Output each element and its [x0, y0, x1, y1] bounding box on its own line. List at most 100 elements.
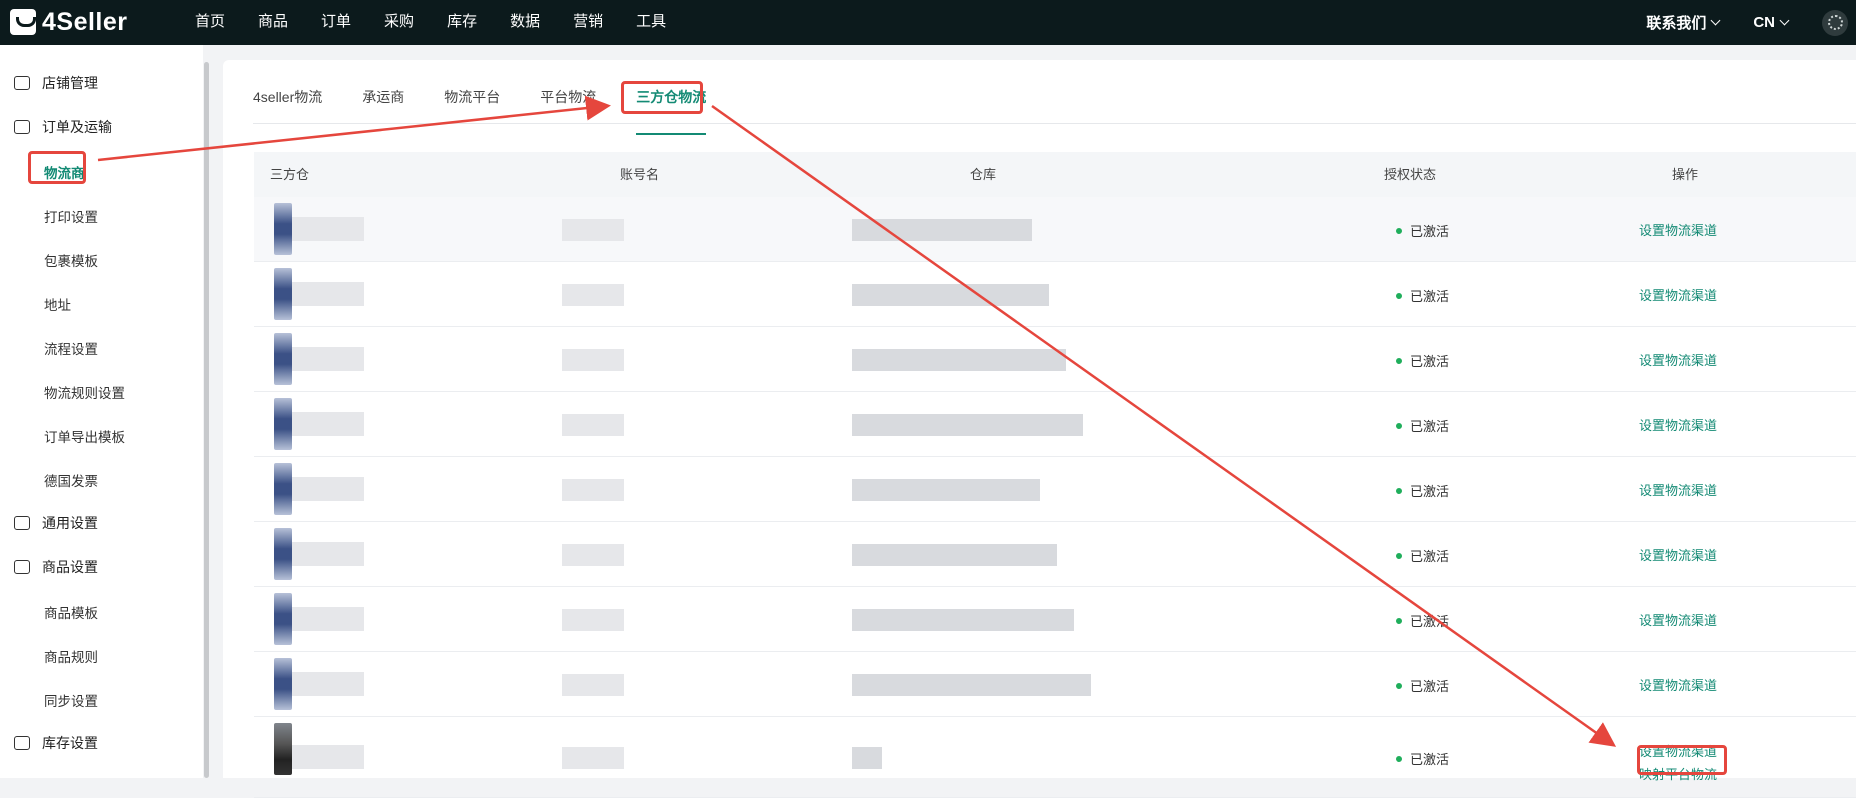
bag-logo-icon	[10, 9, 36, 35]
tab-carriers[interactable]: 承运商	[362, 79, 404, 123]
tab-3pl-warehouse-logistics[interactable]: 三方仓物流	[636, 79, 707, 135]
sidebar-group-label: 店铺管理	[42, 75, 98, 91]
auth-status: 已激活	[1396, 286, 1449, 305]
header-actions: 联系我们 CN	[1646, 0, 1856, 45]
nav-purchase[interactable]: 采购	[384, 0, 414, 45]
table-row: 已激活 设置物流渠道	[254, 652, 1856, 717]
sidebar-scrollbar[interactable]	[204, 62, 209, 778]
status-text: 已激活	[1410, 752, 1450, 767]
sidebar-item-german-invoice[interactable]: 德国发票	[44, 470, 98, 490]
contact-us-dropdown[interactable]: 联系我们	[1646, 12, 1721, 33]
warehouse-blurred	[852, 747, 882, 769]
chevron-down-icon	[1779, 15, 1790, 26]
sidebar-item-process-settings[interactable]: 流程设置	[44, 338, 98, 358]
table-row: 已激活 设置物流渠道	[254, 262, 1856, 327]
warehouse-blurred	[852, 284, 1049, 306]
warehouse-blurred	[852, 674, 1091, 696]
sidebar-group-label: 库存设置	[42, 735, 98, 751]
table-row: 已激活 设置物流渠道	[254, 197, 1856, 262]
map-platform-logistics-link[interactable]: 映射平台物流	[1639, 764, 1717, 783]
nav-products[interactable]: 商品	[258, 0, 288, 45]
warehouse-name-blurred	[292, 412, 364, 436]
store-icon	[14, 76, 30, 90]
sidebar-item-product-rules[interactable]: 商品规则	[44, 646, 98, 666]
warehouse-logo-blurred	[274, 593, 292, 645]
auth-status: 已激活	[1396, 546, 1449, 565]
nav-orders[interactable]: 订单	[321, 0, 351, 45]
set-logistics-channel-link[interactable]: 设置物流渠道	[1639, 610, 1717, 629]
set-logistics-channel-link[interactable]: 设置物流渠道	[1639, 220, 1717, 239]
warehouse-name-blurred	[292, 745, 364, 769]
tab-4seller-logistics[interactable]: 4seller物流	[253, 79, 322, 123]
sidebar-item-address[interactable]: 地址	[44, 294, 71, 314]
set-logistics-channel-link[interactable]: 设置物流渠道	[1639, 741, 1717, 760]
top-navigation-bar: 4Seller 首页 商品 订单 采购 库存 数据 营销 工具 联系我们 CN	[0, 0, 1856, 45]
warehouse-name-blurred	[292, 477, 364, 501]
sidebar-group-product-settings[interactable]: 商品设置	[0, 545, 203, 589]
tab-platform-logistics[interactable]: 平台物流	[540, 79, 596, 123]
table-header: 三方仓 账号名 仓库 授权状态 操作	[254, 152, 1856, 197]
account-name-blurred	[562, 544, 624, 566]
logo-text: 4Seller	[42, 7, 128, 36]
nav-tools[interactable]: 工具	[636, 0, 666, 45]
sidebar-group-store[interactable]: 店铺管理	[0, 61, 203, 105]
status-dot-icon	[1396, 682, 1402, 689]
status-dot-icon	[1396, 357, 1402, 364]
tab-logistics-platform[interactable]: 物流平台	[444, 79, 500, 123]
table-row: 已激活 设置物流渠道	[254, 522, 1856, 587]
sidebar-item-package-template[interactable]: 包裹模板	[44, 250, 98, 270]
warehouse-name-blurred	[292, 542, 364, 566]
sidebar-group-order-shipping[interactable]: 订单及运输	[0, 105, 203, 149]
nav-home[interactable]: 首页	[195, 0, 225, 45]
sidebar-item-product-template[interactable]: 商品模板	[44, 602, 98, 622]
warehouse-logo-blurred	[274, 203, 292, 255]
main-panel: 4seller物流 承运商 物流平台 平台物流 三方仓物流 三方仓 账号名 仓库…	[223, 60, 1856, 798]
set-logistics-channel-link[interactable]: 设置物流渠道	[1639, 285, 1717, 304]
set-logistics-channel-link[interactable]: 设置物流渠道	[1639, 350, 1717, 369]
sidebar-item-print-settings[interactable]: 打印设置	[44, 206, 98, 226]
sidebar-item-order-export-template[interactable]: 订单导出模板	[44, 426, 125, 446]
set-logistics-channel-link[interactable]: 设置物流渠道	[1639, 480, 1717, 499]
set-logistics-channel-link[interactable]: 设置物流渠道	[1639, 415, 1717, 434]
language-dropdown[interactable]: CN	[1753, 14, 1790, 31]
auth-status: 已激活	[1396, 676, 1449, 695]
status-dot-icon	[1396, 487, 1402, 494]
table-row: 已激活 设置物流渠道	[254, 327, 1856, 392]
set-logistics-channel-link[interactable]: 设置物流渠道	[1639, 675, 1717, 694]
status-text: 已激活	[1410, 484, 1450, 499]
status-dot-icon	[1396, 617, 1402, 624]
nav-marketing[interactable]: 营销	[573, 0, 603, 45]
warehouse-logo-blurred	[274, 528, 292, 580]
status-text: 已激活	[1410, 224, 1450, 239]
status-text: 已激活	[1410, 419, 1450, 434]
contact-us-label: 联系我们	[1646, 15, 1707, 32]
table-row: 已激活 设置物流渠道	[254, 392, 1856, 457]
nav-inventory[interactable]: 库存	[447, 0, 477, 45]
sidebar-item-logistics-rules[interactable]: 物流规则设置	[44, 382, 125, 402]
settings-button[interactable]	[1822, 9, 1848, 36]
column-header: 三方仓	[270, 167, 310, 182]
logo[interactable]: 4Seller	[10, 7, 128, 37]
nav-data[interactable]: 数据	[510, 0, 540, 45]
column-header: 操作	[1672, 167, 1699, 182]
warehouse-logo-blurred	[274, 268, 292, 320]
status-text: 已激活	[1410, 289, 1450, 304]
upload-box-icon	[14, 560, 30, 574]
sidebar-group-general-settings[interactable]: 通用设置	[0, 501, 203, 545]
account-name-blurred	[562, 479, 624, 501]
warehouse-name-blurred	[292, 217, 364, 241]
warehouse-logo-blurred	[274, 398, 292, 450]
warehouse-name-blurred	[292, 347, 364, 371]
language-label: CN	[1753, 14, 1775, 31]
sidebar-item-logistics-provider[interactable]: 物流商	[44, 162, 85, 182]
table-row: 已激活 设置物流渠道	[254, 587, 1856, 652]
set-logistics-channel-link[interactable]: 设置物流渠道	[1639, 545, 1717, 564]
sidebar-group-inventory-settings[interactable]: 库存设置	[0, 721, 203, 765]
column-header: 仓库	[970, 167, 997, 182]
status-text: 已激活	[1410, 679, 1450, 694]
warehouse-logo-blurred	[274, 658, 292, 710]
sidebar-item-sync-settings[interactable]: 同步设置	[44, 690, 98, 710]
account-name-blurred	[562, 349, 624, 371]
auth-status: 已激活	[1396, 611, 1449, 630]
warehouse-name-blurred	[292, 672, 364, 696]
